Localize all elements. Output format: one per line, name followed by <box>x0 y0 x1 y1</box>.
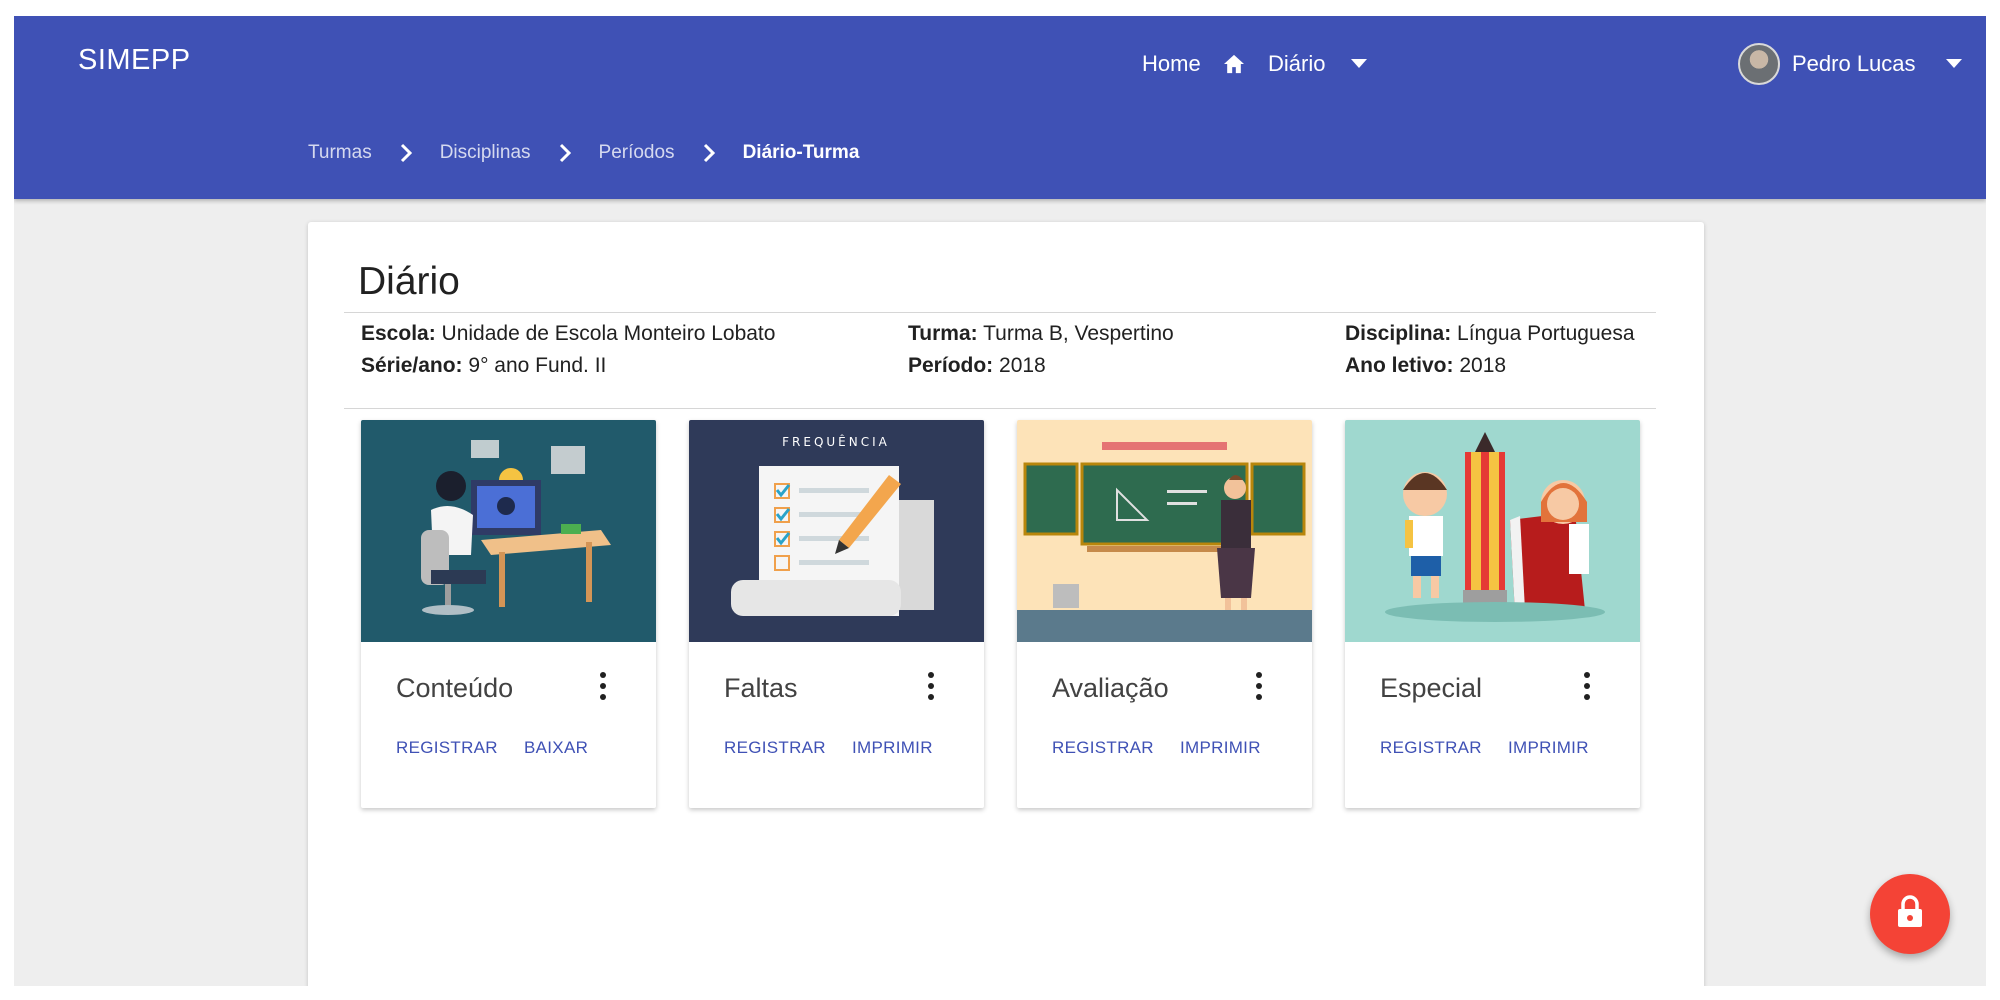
serie-label: Série/ano: <box>361 354 463 377</box>
nav-diario-label: Diário <box>1268 51 1326 76</box>
card-title: Conteúdo <box>396 673 514 703</box>
frequencia-caption: FREQUÊNCIA <box>782 434 890 449</box>
escola-label: Escola: <box>361 322 436 345</box>
page-title: Diário <box>358 260 460 303</box>
serie-value: 9° ano Fund. II <box>468 354 607 377</box>
chevron-right-icon <box>559 143 571 163</box>
turma-value: Turma B, Vespertino <box>983 322 1174 345</box>
nav-home-label: Home <box>1142 51 1201 76</box>
nav-diario-dropdown[interactable]: Diário <box>1268 46 1368 82</box>
more-vert-icon[interactable] <box>593 670 613 702</box>
info-escola-serie: Escola: Unidade de Escola Monteiro Lobat… <box>361 318 775 382</box>
info-divider <box>344 408 1656 409</box>
lock-fab-button[interactable] <box>1870 874 1950 954</box>
baixar-button[interactable]: BAIXAR <box>524 738 588 758</box>
imprimir-button[interactable]: IMPRIMIR <box>1180 738 1261 758</box>
breadcrumb-disciplinas[interactable]: Disciplinas <box>440 142 531 164</box>
arrow-drop-down-icon <box>1351 59 1368 69</box>
card-conteudo: Conteúdo REGISTRAR BAIXAR <box>361 420 656 808</box>
card-title: Avaliação <box>1052 673 1169 703</box>
chevron-right-icon <box>400 143 412 163</box>
card-faltas: FREQUÊNCIA Faltas REGISTRAR IMPRIMIR <box>689 420 984 808</box>
conteudo-illustration <box>361 420 656 642</box>
registrar-button[interactable]: REGISTRAR <box>1380 738 1482 758</box>
periodo-label: Período: <box>908 354 994 377</box>
card-title: Especial <box>1380 673 1483 703</box>
especial-illustration <box>1345 420 1640 642</box>
registrar-button[interactable]: REGISTRAR <box>396 738 498 758</box>
user-name: Pedro Lucas <box>1792 51 1916 76</box>
more-vert-icon[interactable] <box>1577 670 1597 702</box>
escola-value: Unidade de Escola Monteiro Lobato <box>441 322 776 345</box>
app-frame: SIMEPP Home Diário Pedro Lucas Turmas Di… <box>14 16 1986 986</box>
imprimir-button[interactable]: IMPRIMIR <box>852 738 933 758</box>
breadcrumb-diario-turma: Diário-Turma <box>742 142 860 163</box>
nav-home-link[interactable]: Home <box>1142 46 1245 82</box>
more-vert-icon[interactable] <box>921 670 941 702</box>
periodo-value: 2018 <box>999 354 1046 377</box>
user-menu[interactable]: Pedro Lucas <box>1738 40 1962 88</box>
imprimir-button[interactable]: IMPRIMIR <box>1508 738 1589 758</box>
avaliacao-illustration <box>1017 420 1312 642</box>
registrar-button[interactable]: REGISTRAR <box>1052 738 1154 758</box>
card-especial: Especial REGISTRAR IMPRIMIR <box>1345 420 1640 808</box>
chevron-right-icon <box>703 143 715 163</box>
breadcrumb-turmas[interactable]: Turmas <box>308 142 372 164</box>
info-disciplina-ano: Disciplina: Língua Portuguesa Ano letivo… <box>1345 318 1635 382</box>
registrar-button[interactable]: REGISTRAR <box>724 738 826 758</box>
home-icon <box>1223 54 1245 74</box>
lock-icon <box>1896 894 1924 934</box>
turma-label: Turma: <box>908 322 978 345</box>
breadcrumb-periodos[interactable]: Períodos <box>599 142 675 164</box>
header-divider <box>344 312 1656 313</box>
brand-logo[interactable]: SIMEPP <box>78 44 191 77</box>
card-avaliacao: Avaliação REGISTRAR IMPRIMIR <box>1017 420 1312 808</box>
disciplina-value: Língua Portuguesa <box>1457 322 1635 345</box>
info-turma-periodo: Turma: Turma B, Vespertino Período: 2018 <box>908 318 1174 382</box>
diario-panel: Diário Escola: Unidade de Escola Monteir… <box>308 222 1704 986</box>
avatar <box>1738 43 1780 85</box>
breadcrumb: Turmas Disciplinas Períodos Diário-Turma <box>308 142 859 164</box>
ano-value: 2018 <box>1459 354 1507 377</box>
ano-label: Ano letivo: <box>1345 354 1454 377</box>
faltas-illustration: FREQUÊNCIA <box>689 420 984 642</box>
card-title: Faltas <box>724 673 798 703</box>
more-vert-icon[interactable] <box>1249 670 1269 702</box>
disciplina-label: Disciplina: <box>1345 322 1452 345</box>
top-navbar: SIMEPP Home Diário Pedro Lucas Turmas Di… <box>14 16 1986 199</box>
arrow-drop-down-icon <box>1945 59 1962 69</box>
